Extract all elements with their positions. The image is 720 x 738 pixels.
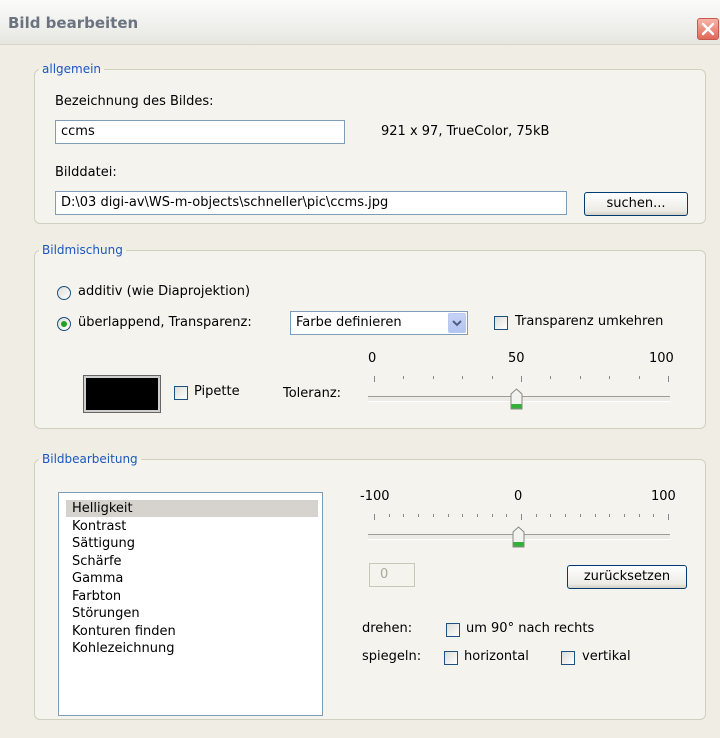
dropdown-arrow[interactable] (448, 313, 466, 333)
tolerance-label: Toleranz: (283, 386, 342, 401)
slider-tick (668, 514, 669, 520)
pipette-label: Pipette (194, 384, 240, 399)
image-file-input[interactable]: D:\03 digi-av\WS-m-objects\schneller\pic… (55, 191, 567, 215)
adjustment-listbox[interactable]: Helligkeit Kontrast Sättigung Schärfe Gamma F… (58, 492, 323, 716)
group-blending-legend: Bildmischung (42, 243, 123, 257)
slider-tick (579, 376, 581, 379)
slider-tick (491, 514, 493, 517)
color-swatch[interactable] (83, 375, 161, 413)
radio-overlap[interactable] (57, 317, 71, 331)
radio-overlap-label: überlappend, Transparenz: (78, 315, 252, 330)
invert-transparency-label: Transparenz umkehren (515, 314, 664, 329)
rotate-90-checkbox[interactable] (446, 623, 460, 637)
slider-tick (521, 514, 522, 520)
list-item[interactable]: Gamma (66, 570, 318, 587)
rotate-label: drehen: (362, 621, 413, 636)
tolerance-mid-label: 50 (508, 351, 525, 366)
list-item[interactable]: Kontrast (66, 518, 318, 535)
image-file-label: Bilddatei: (55, 165, 117, 180)
transparency-mode-value: Farbe definieren (296, 315, 402, 330)
adjust-value-input[interactable]: 0 (369, 563, 415, 587)
image-name-input[interactable]: ccms (55, 120, 345, 144)
edit-image-dialog: Bild bearbeiten allgemein Bezeichnung de… (0, 0, 720, 738)
slider-tick (491, 376, 493, 379)
slider-tick (432, 376, 434, 379)
radio-selected-dot (61, 321, 67, 327)
slider-tick (403, 514, 405, 517)
slider-tick (476, 514, 478, 517)
slider-tick (374, 376, 375, 382)
slider-tick (506, 514, 508, 517)
slider-tick (462, 514, 464, 517)
list-item[interactable]: Konturen finden (66, 623, 318, 640)
image-info-text: 921 x 97, TrueColor, 75kB (381, 124, 550, 139)
tolerance-max-label: 100 (649, 351, 674, 366)
slider-tick (609, 376, 611, 379)
list-item[interactable]: Schärfe (66, 553, 318, 570)
image-name-label: Bezeichnung des Bildes: (55, 94, 214, 109)
pipette-checkbox[interactable] (174, 386, 188, 400)
slider-tick (668, 376, 669, 382)
slider-tick (594, 514, 596, 517)
radio-additive[interactable] (57, 286, 71, 300)
slider-tick (653, 514, 655, 517)
slider-tick (550, 514, 552, 517)
title-bar: Bild bearbeiten (0, 0, 720, 45)
slider-tick (623, 514, 625, 517)
adjust-max-label: 100 (651, 489, 676, 504)
adjust-min-label: -100 (360, 489, 390, 504)
slider-tick (374, 514, 375, 520)
close-button[interactable] (697, 18, 719, 40)
slider-tick (638, 514, 640, 517)
dialog-title: Bild bearbeiten (8, 14, 139, 32)
rotate-90-label: um 90° nach rechts (466, 621, 595, 636)
slider-tick (388, 514, 390, 517)
close-icon (701, 22, 715, 36)
browse-button[interactable]: suchen... (584, 192, 688, 216)
slider-tick (535, 514, 537, 517)
slider-tick (550, 376, 552, 379)
invert-transparency-checkbox[interactable] (494, 316, 508, 330)
slider-tick (638, 376, 640, 379)
list-item[interactable]: Kohlezeichnung (66, 640, 318, 657)
slider-tick (521, 376, 522, 382)
chevron-down-icon (452, 320, 462, 327)
group-image-editing-legend: Bildbearbeitung (42, 452, 138, 466)
mirror-label: spiegeln: (362, 649, 422, 664)
slider-tick (609, 514, 611, 517)
mirror-horizontal-checkbox[interactable] (444, 651, 458, 665)
list-item[interactable]: Helligkeit (66, 500, 318, 517)
radio-additive-label: additiv (wie Diaprojektion) (78, 284, 251, 299)
adjust-mid-label: 0 (514, 489, 523, 504)
list-item[interactable]: Farbton (66, 588, 318, 605)
group-general-legend: allgemein (42, 62, 102, 76)
transparency-mode-select[interactable]: Farbe definieren (290, 311, 468, 335)
mirror-vertical-label: vertikal (582, 649, 631, 664)
list-item[interactable]: Störungen (66, 605, 318, 622)
slider-tick (579, 514, 581, 517)
mirror-horizontal-label: horizontal (464, 649, 529, 664)
slider-tick (447, 514, 449, 517)
list-item[interactable]: Sättigung (66, 535, 318, 552)
adjust-slider-thumb[interactable] (512, 526, 525, 548)
slider-tick (403, 376, 405, 379)
tolerance-slider-thumb[interactable] (510, 388, 523, 410)
slider-tick (462, 376, 464, 379)
slider-tick (418, 514, 420, 517)
tolerance-min-label: 0 (368, 351, 377, 366)
slider-tick (432, 514, 434, 517)
reset-button[interactable]: zurücksetzen (567, 565, 687, 589)
slider-tick (565, 514, 567, 517)
mirror-vertical-checkbox[interactable] (561, 651, 575, 665)
